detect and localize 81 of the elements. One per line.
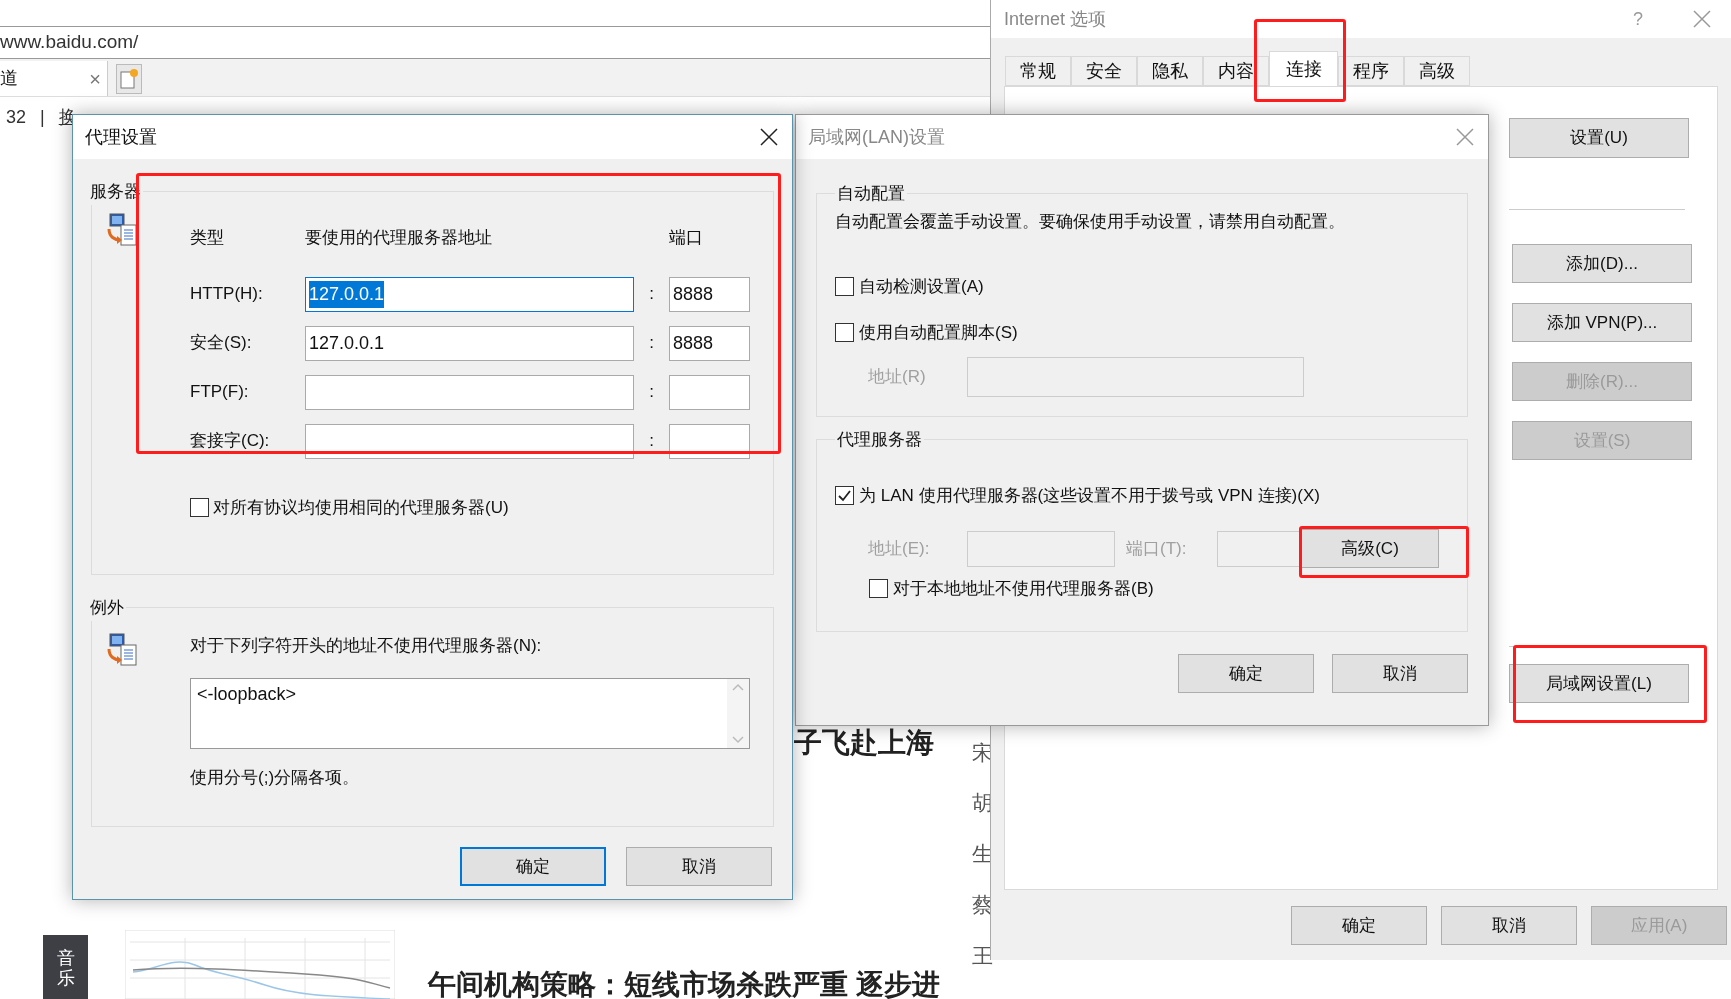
network-document-icon bbox=[106, 212, 138, 247]
tab[interactable]: 常规 bbox=[1005, 56, 1071, 86]
prompt-text: 对于下列字符开头的地址不使用代理服务器(N): bbox=[190, 634, 543, 657]
port-field[interactable] bbox=[669, 374, 750, 410]
colon-separator: : bbox=[648, 430, 655, 453]
checkbox[interactable] bbox=[835, 485, 854, 505]
dialog-button[interactable]: 确定 bbox=[460, 847, 606, 886]
group-label: 代理服务器 bbox=[836, 429, 923, 451]
window-title: Internet 选项 bbox=[1004, 7, 1108, 31]
input-field[interactable] bbox=[1217, 530, 1301, 567]
checkbox[interactable] bbox=[190, 497, 209, 517]
tab[interactable]: 内容 bbox=[1203, 56, 1269, 86]
list-name[interactable]: 生 bbox=[972, 839, 993, 871]
port-field[interactable]: 8888 bbox=[669, 325, 750, 361]
dialog-button[interactable]: 取消 bbox=[1332, 654, 1468, 693]
column-header: 要使用的代理服务器地址 bbox=[305, 226, 493, 249]
row-label: 套接字(C): bbox=[190, 430, 271, 453]
address-field[interactable]: 127.0.0.1 bbox=[305, 325, 634, 361]
side-tag[interactable]: 音乐 bbox=[43, 935, 88, 999]
dialog-button[interactable]: 确定 bbox=[1178, 654, 1314, 693]
row-label: FTP(F): bbox=[190, 381, 250, 404]
nav-text: 32 bbox=[6, 106, 27, 129]
field-label: 地址(E): bbox=[868, 537, 931, 560]
tab[interactable]: 高级 bbox=[1404, 56, 1470, 86]
group-label: 自动配置 bbox=[836, 183, 906, 205]
network-document-icon bbox=[106, 632, 138, 667]
new-tab-icon bbox=[119, 68, 139, 90]
row-label: HTTP(H): bbox=[190, 283, 264, 306]
column-header: 类型 bbox=[190, 226, 225, 249]
tab[interactable]: 连接 bbox=[1269, 51, 1338, 87]
checkbox-label[interactable]: 使用自动配置脚本(S) bbox=[859, 319, 1018, 345]
colon-separator: : bbox=[648, 381, 655, 404]
new-tab-button[interactable] bbox=[116, 64, 142, 94]
column-header: 端口 bbox=[669, 226, 704, 249]
list-name[interactable]: 王 bbox=[972, 941, 993, 973]
dialog-button[interactable]: 添加(D)... bbox=[1512, 244, 1692, 283]
hint-text: 使用分号(;)分隔各项。 bbox=[190, 767, 361, 789]
checkbox[interactable] bbox=[835, 277, 854, 297]
checkbox-label[interactable]: 为 LAN 使用代理服务器(这些设置不用于拨号或 VPN 连接)(X) bbox=[859, 482, 1320, 508]
checkbox-label[interactable]: 对于本地地址不使用代理服务器(B) bbox=[893, 576, 1154, 602]
dialog-button[interactable]: 局域网设置(L) bbox=[1509, 664, 1689, 703]
field-label: 地址(R) bbox=[868, 366, 927, 389]
close-icon bbox=[1692, 9, 1712, 29]
dialog-button[interactable]: 取消 bbox=[1441, 906, 1577, 945]
group-label: 例外 bbox=[89, 597, 125, 619]
tab[interactable]: 安全 bbox=[1071, 56, 1137, 86]
checkbox[interactable] bbox=[869, 579, 888, 599]
dialog-title: 代理设置 bbox=[85, 125, 157, 149]
address-field[interactable]: 127.0.0.1 bbox=[305, 276, 634, 312]
tab[interactable]: 程序 bbox=[1338, 56, 1404, 86]
address-field[interactable] bbox=[305, 374, 634, 410]
input-field[interactable] bbox=[967, 530, 1115, 567]
colon-separator: : bbox=[648, 283, 655, 306]
dialog-button[interactable]: 高级(C) bbox=[1301, 529, 1439, 568]
checkbox[interactable] bbox=[835, 322, 854, 342]
dialog-title: 局域网(LAN)设置 bbox=[808, 125, 945, 149]
dialog-button[interactable]: 确定 bbox=[1291, 906, 1427, 945]
port-field[interactable]: 8888 bbox=[669, 276, 750, 312]
colon-separator: : bbox=[648, 332, 655, 355]
field-label: 端口(T): bbox=[1126, 537, 1188, 560]
row-label: 安全(S): bbox=[190, 332, 253, 355]
setup-button[interactable]: 设置(U) bbox=[1509, 118, 1689, 158]
dialog-button[interactable]: 添加 VPN(P)... bbox=[1512, 303, 1692, 342]
description-text: 自动配置会覆盖手动设置。要确保使用手动设置，请禁用自动配置。 bbox=[835, 210, 1346, 233]
input-field[interactable] bbox=[967, 357, 1304, 397]
tab-close-icon[interactable]: × bbox=[89, 63, 101, 94]
list-name[interactable]: 蔡 bbox=[972, 890, 993, 922]
browser-tab[interactable]: 道 × bbox=[0, 61, 108, 96]
news-headline[interactable]: 子飞赴上海 bbox=[794, 722, 934, 764]
dialog-button[interactable]: 取消 bbox=[626, 847, 772, 886]
exceptions-textarea[interactable]: <-loopback> bbox=[190, 678, 750, 749]
address-text[interactable]: www.baidu.com/ bbox=[0, 28, 139, 57]
checkbox-label[interactable]: 自动检测设置(A) bbox=[859, 274, 984, 300]
tab[interactable]: 隐私 bbox=[1137, 56, 1203, 86]
scroll-down-icon[interactable] bbox=[732, 736, 744, 744]
checkbox-label[interactable]: 对所有协议均使用相同的代理服务器(U) bbox=[213, 494, 509, 520]
close-icon bbox=[759, 127, 779, 147]
scroll-up-icon[interactable] bbox=[732, 683, 744, 691]
nav-separator: | bbox=[40, 106, 45, 129]
news-headline[interactable]: 午间机构策略：短线市场杀跌严重 逐步进 bbox=[428, 964, 940, 999]
close-icon bbox=[1455, 127, 1475, 147]
